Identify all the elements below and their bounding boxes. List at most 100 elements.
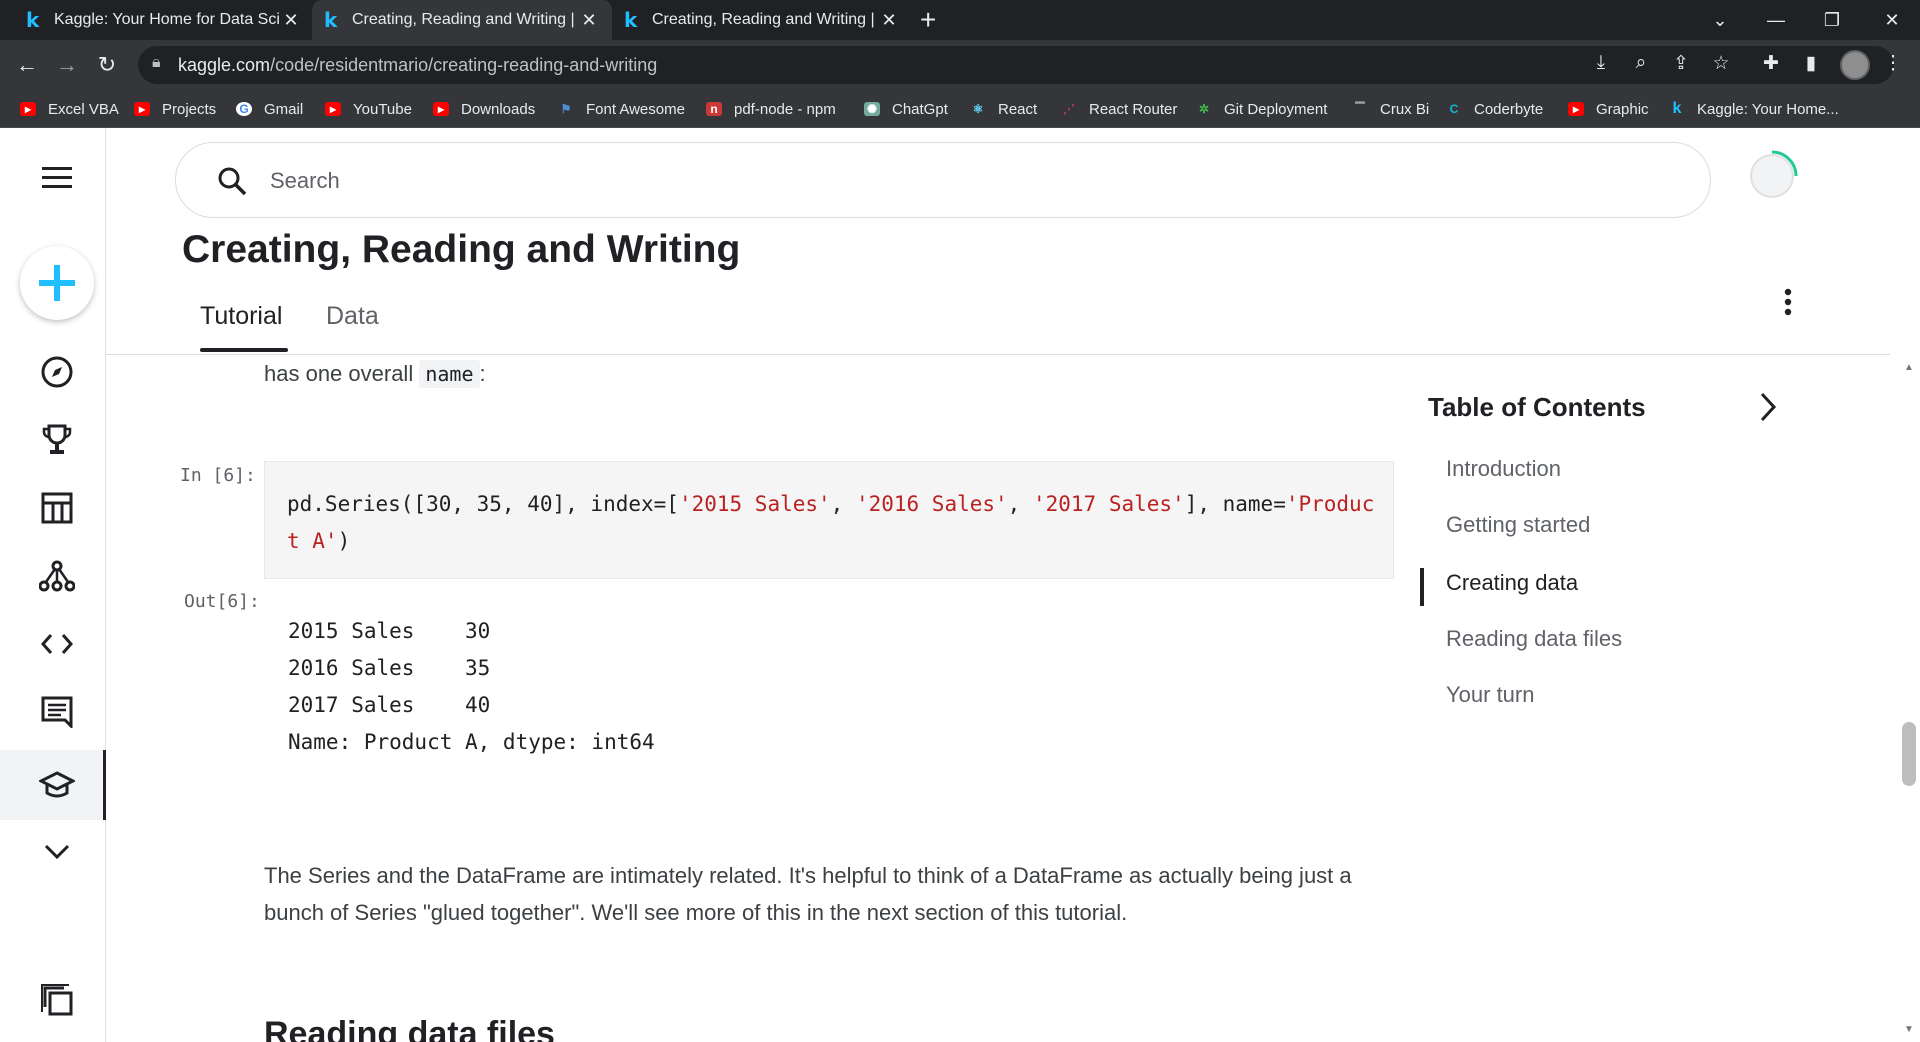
intro-paragraph: has one overall name: bbox=[264, 360, 486, 388]
bookmark-item[interactable]: ⚛ React bbox=[970, 99, 1038, 119]
scroll-up-icon[interactable]: ▲ bbox=[1902, 362, 1916, 376]
bookmarks-bar: ▸ Excel VBA ▸ Projects G Gmail ▸ YouTube ▸ Do… bbox=[0, 90, 1920, 128]
menu-icon[interactable]: ⋮ bbox=[1878, 48, 1908, 78]
search-icon bbox=[218, 167, 247, 196]
flag-icon: ⚑ bbox=[560, 102, 572, 116]
chevron-down-icon[interactable] bbox=[29, 832, 85, 872]
bookmark-item[interactable]: ▸ Projects bbox=[134, 99, 216, 119]
git-deploy-icon: ✲ bbox=[1198, 102, 1210, 116]
bookmark-item[interactable]: ▔ Crux Bi bbox=[1352, 99, 1429, 119]
close-icon[interactable]: ✕ bbox=[578, 10, 600, 31]
browser-tab[interactable]: k Creating, Reading and Writing | K ✕ bbox=[612, 0, 912, 40]
table-icon[interactable] bbox=[29, 488, 85, 528]
output-line: Name: Product A, dtype: int64 bbox=[288, 730, 655, 754]
new-tab-icon[interactable]: + bbox=[920, 4, 936, 36]
youtube-icon: ▸ bbox=[325, 102, 341, 116]
bookmark-item[interactable]: ✲ Git Deployment bbox=[1196, 99, 1327, 119]
cell-output: 2015 Sales 30 2016 Sales 35 2017 Sales 40 N… bbox=[288, 613, 655, 761]
bookmark-item[interactable]: k Kaggle: Your Home... bbox=[1669, 99, 1839, 119]
user-avatar[interactable] bbox=[1750, 154, 1794, 198]
url-text[interactable]: kaggle.com/code/residentmario/creating-r… bbox=[178, 55, 657, 76]
bookmark-item[interactable]: ▸ Excel VBA bbox=[20, 99, 119, 119]
npm-icon: n bbox=[706, 102, 722, 116]
scroll-down-icon[interactable]: ▼ bbox=[1902, 1024, 1916, 1038]
tab-tutorial[interactable]: Tutorial bbox=[200, 302, 282, 331]
profile-avatar[interactable] bbox=[1840, 50, 1870, 80]
toc-item-reading-data-files[interactable]: Reading data files bbox=[1446, 626, 1622, 652]
trophy-icon[interactable] bbox=[29, 420, 85, 460]
youtube-icon: ▸ bbox=[433, 102, 449, 116]
chevron-right-icon[interactable] bbox=[1754, 390, 1782, 424]
kaggle-icon: k bbox=[26, 8, 40, 32]
plus-icon bbox=[39, 265, 75, 301]
compass-icon[interactable] bbox=[29, 352, 85, 392]
coderbyte-icon: C bbox=[1449, 102, 1459, 116]
notebook-content: has one overall name: In [6]: pd.Series(… bbox=[106, 355, 1406, 1042]
browser-tab-active[interactable]: k Creating, Reading and Writing | K ✕ bbox=[312, 0, 612, 40]
toc-active-indicator bbox=[1420, 568, 1424, 606]
toc-item-creating-data[interactable]: Creating data bbox=[1446, 570, 1578, 596]
back-icon[interactable]: ← bbox=[12, 50, 42, 80]
minimize-icon[interactable]: — bbox=[1748, 0, 1804, 40]
code-text: pd.Series([30, 35, 40], index=['2015 Sal… bbox=[287, 492, 1375, 553]
close-icon[interactable]: ✕ bbox=[280, 10, 302, 31]
kaggle-icon: k bbox=[624, 8, 638, 32]
code-icon[interactable] bbox=[29, 624, 85, 664]
tab-data[interactable]: Data bbox=[326, 302, 379, 331]
window-close-icon[interactable]: ✕ bbox=[1864, 0, 1920, 40]
models-icon[interactable] bbox=[29, 556, 85, 596]
bookmark-item[interactable]: ▸ Graphic bbox=[1568, 99, 1649, 119]
scrollbar[interactable] bbox=[1899, 358, 1920, 1042]
reload-icon[interactable]: ↻ bbox=[92, 50, 122, 80]
section-heading: Reading data files bbox=[264, 1015, 555, 1042]
output-line: 2015 Sales 30 bbox=[288, 619, 491, 643]
output-line: 2016 Sales 35 bbox=[288, 656, 491, 680]
learn-icon[interactable] bbox=[29, 765, 85, 805]
output-line: 2017 Sales 40 bbox=[288, 693, 491, 717]
search-input[interactable] bbox=[270, 163, 1670, 199]
lock-icon: 🔒︎ bbox=[152, 54, 161, 71]
crux-icon: ▔ bbox=[1355, 102, 1365, 116]
input-prompt: In [6]: bbox=[180, 465, 256, 486]
create-button[interactable] bbox=[20, 246, 94, 320]
share-icon[interactable]: ⇪ bbox=[1666, 48, 1696, 78]
youtube-icon: ▸ bbox=[1568, 102, 1584, 116]
browser-toolbar: ← → ↻ 🔒︎ kaggle.com/code/residentmario/c… bbox=[0, 40, 1920, 90]
bookmark-item[interactable]: ▸ Downloads bbox=[433, 99, 535, 119]
code-cell[interactable]: pd.Series([30, 35, 40], index=['2015 Sal… bbox=[264, 461, 1394, 579]
bookmark-item[interactable]: n pdf-node - npm bbox=[706, 99, 836, 119]
bookmark-item[interactable]: ⚑ Font Awesome bbox=[558, 99, 685, 119]
more-options-icon[interactable] bbox=[1770, 284, 1806, 320]
tab-title: Creating, Reading and Writing | K bbox=[652, 11, 878, 28]
browser-tab-bar: k Kaggle: Your Home for Data Scie ✕ k Cr… bbox=[0, 0, 1920, 40]
hamburger-menu-icon[interactable] bbox=[29, 158, 85, 198]
toc-title: Table of Contents bbox=[1428, 392, 1646, 422]
bookmark-item[interactable]: ▸ YouTube bbox=[325, 99, 412, 119]
tab-search-icon[interactable]: ⌄ bbox=[1692, 0, 1748, 40]
bookmark-item[interactable]: ⋰ React Router bbox=[1061, 99, 1177, 119]
kaggle-page: Creating, Reading and Writing Tutorial D… bbox=[0, 128, 1920, 1042]
restore-icon[interactable]: ❐ bbox=[1804, 0, 1860, 40]
youtube-icon: ▸ bbox=[134, 102, 150, 116]
bookmark-star-icon[interactable]: ☆ bbox=[1706, 48, 1736, 78]
install-icon[interactable]: ⤓ bbox=[1586, 48, 1616, 78]
scrollbar-thumb[interactable] bbox=[1902, 722, 1916, 786]
toc-item-your-turn[interactable]: Your turn bbox=[1446, 682, 1534, 708]
your-work-icon[interactable] bbox=[29, 980, 85, 1020]
kaggle-icon: k bbox=[1672, 100, 1682, 117]
bookmark-item[interactable]: ✺ ChatGpt bbox=[864, 99, 948, 119]
side-panel-icon[interactable]: ▮ bbox=[1796, 48, 1826, 78]
discussion-icon[interactable] bbox=[29, 692, 85, 732]
tab-title: Kaggle: Your Home for Data Scie bbox=[54, 11, 280, 28]
extensions-icon[interactable]: ✚ bbox=[1756, 48, 1786, 78]
browser-tab[interactable]: k Kaggle: Your Home for Data Scie ✕ bbox=[14, 0, 314, 40]
close-icon[interactable]: ✕ bbox=[878, 10, 900, 31]
zoom-icon[interactable]: ⌕ bbox=[1626, 48, 1656, 78]
bookmark-item[interactable]: G Gmail bbox=[236, 99, 303, 119]
bookmark-item[interactable]: C Coderbyte bbox=[1446, 99, 1544, 119]
inline-code: name bbox=[419, 360, 480, 388]
toc-item-getting-started[interactable]: Getting started bbox=[1446, 512, 1590, 538]
search-bar[interactable] bbox=[175, 142, 1711, 218]
forward-icon[interactable]: → bbox=[52, 50, 82, 80]
toc-item-introduction[interactable]: Introduction bbox=[1446, 456, 1561, 482]
